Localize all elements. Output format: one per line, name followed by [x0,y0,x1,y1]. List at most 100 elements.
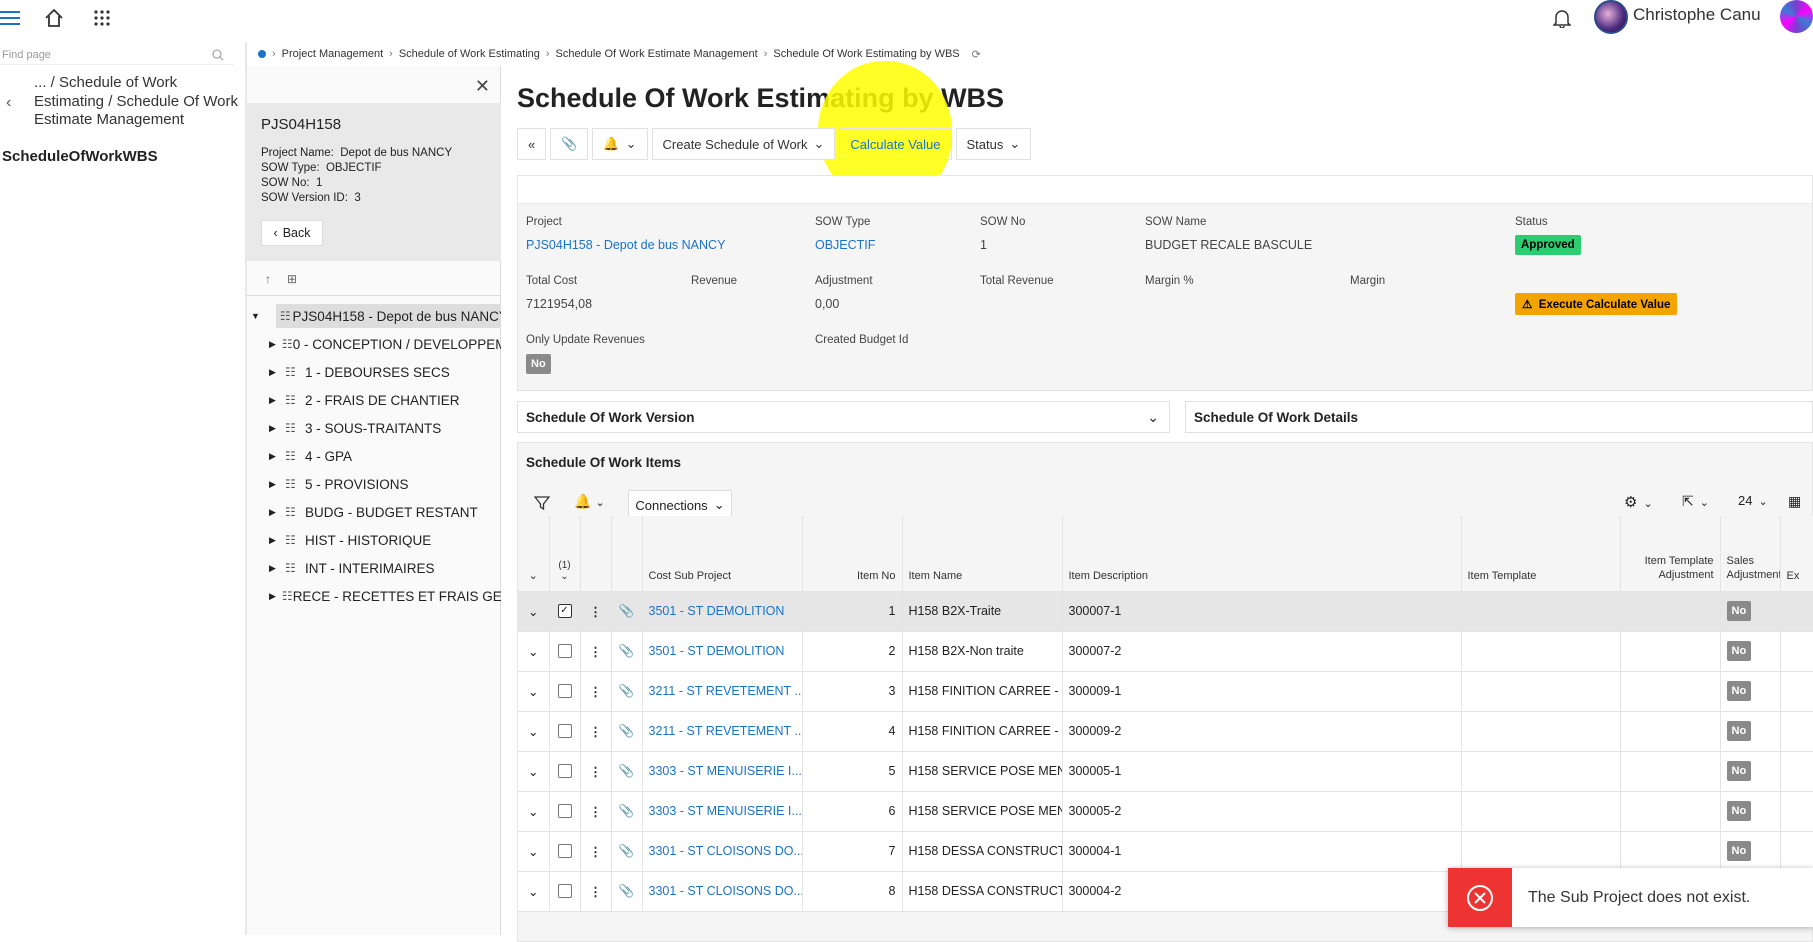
col-item-template[interactable]: Item Template [1461,516,1621,592]
caret-right-icon[interactable]: ▶ [269,339,276,350]
caret-down-icon[interactable]: ▼ [251,311,260,321]
caret-right-icon[interactable]: ▶ [269,423,279,434]
caret-right-icon[interactable]: ▶ [269,479,279,490]
settings-gear-icon[interactable]: ⚙ ⌄ [1624,493,1653,511]
caret-right-icon[interactable]: ▶ [269,451,279,462]
caret-right-icon[interactable]: ▶ [269,367,279,378]
cost-sub-project-link[interactable]: 3501 - ST DEMOLITION [642,631,803,672]
page-size-select[interactable]: 24 ⌄ [1738,493,1768,508]
attachment-button[interactable]: 📎 [550,128,589,160]
row-checkbox[interactable] [549,711,581,752]
row-expand-chevron-icon[interactable]: ⌄ [518,751,550,792]
sow-details-section[interactable]: Schedule Of Work Details [1185,401,1813,433]
expand-all-header[interactable]: ⌄ [518,516,550,592]
create-schedule-button[interactable]: Create Schedule of Work ⌄ [651,128,836,160]
row-expand-chevron-icon[interactable]: ⌄ [518,631,550,672]
col-item-no[interactable]: Item No [802,516,903,592]
tree-root-row[interactable]: ▼ ☷ PJS04H158 - Depot de bus NANCY [247,302,501,330]
paperclip-icon[interactable]: 📎 [611,591,643,632]
col-ex[interactable]: Ex [1780,516,1813,592]
row-menu-icon[interactable]: ⋮ [580,711,612,752]
col-item-template-adjustment[interactable]: Item Template Adjustment [1620,516,1721,592]
tree-item[interactable]: ▶ ☷ INT - INTERIMAIRES [247,554,501,582]
close-icon[interactable]: ✕ [475,76,490,97]
row-menu-icon[interactable]: ⋮ [580,631,612,672]
cost-sub-project-link[interactable]: 3211 - ST REVETEMENT ... [642,671,803,712]
row-checkbox[interactable] [549,631,581,672]
paperclip-icon[interactable]: 📎 [611,711,643,752]
row-expand-chevron-icon[interactable]: ⌄ [518,871,550,912]
cost-sub-project-link[interactable]: 3211 - ST REVETEMENT ... [642,711,803,752]
col-item-description[interactable]: Item Description [1062,516,1462,592]
row-menu-icon[interactable]: ⋮ [580,831,612,872]
table-row[interactable]: ⌄ ⋮ 📎 3211 - ST REVETEMENT ... 3 H158 FINITIO… [518,671,1813,712]
chevron-left-icon[interactable]: ‹ [6,94,11,112]
export-icon[interactable]: ⇱ ⌄ [1682,493,1709,510]
cost-sub-project-link[interactable]: 3303 - ST MENUISERIE I... [642,751,803,792]
tree-item[interactable]: ▶ ☷ HIST - HISTORIQUE [247,526,501,554]
row-menu-icon[interactable]: ⋮ [580,791,612,832]
paperclip-icon[interactable]: 📎 [611,831,643,872]
paperclip-icon[interactable]: 📎 [611,671,643,712]
sow-type-link[interactable]: OBJECTIF [815,238,875,252]
calculate-value-button[interactable]: Calculate Value [839,128,952,160]
row-expand-chevron-icon[interactable]: ⌄ [518,591,550,632]
back-button[interactable]: ‹ Back [261,220,323,246]
row-expand-chevron-icon[interactable]: ⌄ [518,791,550,832]
col-sales-adjustment[interactable]: Sales Adjustment [1720,516,1781,592]
breadcrumb-item-sow-estimate-management[interactable]: Schedule Of Work Estimate Management [556,48,758,60]
cost-sub-project-link[interactable]: 3301 - ST CLOISONS DO... [642,871,803,912]
filter-icon[interactable] [533,495,551,514]
select-all-header[interactable]: (1) ⌄ [549,516,581,592]
find-page-input[interactable]: Find page [0,45,234,65]
expand-collapse-icon[interactable]: ⊞ [287,272,297,286]
tree-item[interactable]: ▶ ☷ 1 - DEBOURSES SECS [247,358,501,386]
col-item-name[interactable]: Item Name [902,516,1063,592]
cost-sub-project-link[interactable]: 3501 - ST DEMOLITION [642,591,803,632]
paperclip-icon[interactable]: 📎 [611,791,643,832]
cost-sub-project-link[interactable]: 3301 - ST CLOISONS DO... [642,831,803,872]
row-expand-chevron-icon[interactable]: ⌄ [518,671,550,712]
breadcrumb-item-sow-estimating[interactable]: Schedule of Work Estimating [399,48,540,60]
paperclip-icon[interactable]: 📎 [611,871,643,912]
user-name[interactable]: Christophe Canu [1633,5,1761,25]
caret-right-icon[interactable]: ▶ [269,591,276,602]
table-row[interactable]: ⌄ ⋮ 📎 3303 - ST MENUISERIE I... 5 H158 SERVIC… [518,751,1813,792]
home-icon[interactable] [40,4,68,32]
error-toast[interactable]: The Sub Project does not exist. [1448,868,1813,927]
tree-item[interactable]: ▶ ☷0 - CONCEPTION / DEVELOPPEMENT [247,330,501,358]
row-menu-icon[interactable]: ⋮ [580,871,612,912]
row-expand-chevron-icon[interactable]: ⌄ [518,831,550,872]
caret-right-icon[interactable]: ▶ [269,563,279,574]
tree-item[interactable]: ▶ ☷ 5 - PROVISIONS [247,470,501,498]
table-view-icon[interactable]: ▦ [1788,493,1801,510]
row-checkbox[interactable] [549,751,581,792]
row-checkbox[interactable] [549,831,581,872]
tree-item[interactable]: ▶ ☷RECE - RECETTES ET FRAIS GENERAUX [247,582,501,610]
table-row[interactable]: ⌄ ⋮ 📎 3501 - ST DEMOLITION 2 H158 B2X-Non tra… [518,631,1813,672]
refresh-icon[interactable]: ⟳ [972,48,981,61]
cost-sub-project-link[interactable]: 3303 - ST MENUISERIE I... [642,791,803,832]
notification-button[interactable]: 🔔 ⌄ [592,128,648,160]
collapse-panel-button[interactable]: « [517,128,547,160]
table-row[interactable]: ⌄ ✓ ⋮ 📎 3501 - ST DEMOLITION 1 H158 B2X-Traite… [518,591,1813,632]
execute-calculate-value-badge[interactable]: ⚠ Execute Calculate Value [1515,293,1678,315]
sow-version-section[interactable]: Schedule Of Work Version ⌄ [517,401,1170,433]
project-link[interactable]: PJS04H158 - Depot de bus NANCY [526,238,725,252]
tree-item[interactable]: ▶ ☷ 3 - SOUS-TRAITANTS [247,414,501,442]
row-checkbox[interactable] [549,871,581,912]
breadcrumb-item-project-management[interactable]: Project Management [282,48,384,60]
tree-item[interactable]: ▶ ☷ 2 - FRAIS DE CHANTIER [247,386,501,414]
row-checkbox[interactable]: ✓ [549,591,581,632]
pin-icon[interactable]: ↑ [265,272,271,286]
row-checkbox[interactable] [549,791,581,832]
table-row[interactable]: ⌄ ⋮ 📎 3303 - ST MENUISERIE I... 6 H158 SERVIC… [518,791,1813,832]
row-checkbox[interactable] [549,671,581,712]
paperclip-icon[interactable]: 📎 [611,751,643,792]
hamburger-menu-icon[interactable] [0,4,24,32]
tree-item[interactable]: ▶ ☷ BUDG - BUDGET RESTANT [247,498,501,526]
caret-right-icon[interactable]: ▶ [269,507,279,518]
col-cost-sub-project[interactable]: Cost Sub Project [642,516,803,592]
chevron-down-icon[interactable]: ⌄ [1147,409,1159,426]
nav-crumb-path[interactable]: ... / Schedule of Work Estimating / Sche… [34,74,239,130]
